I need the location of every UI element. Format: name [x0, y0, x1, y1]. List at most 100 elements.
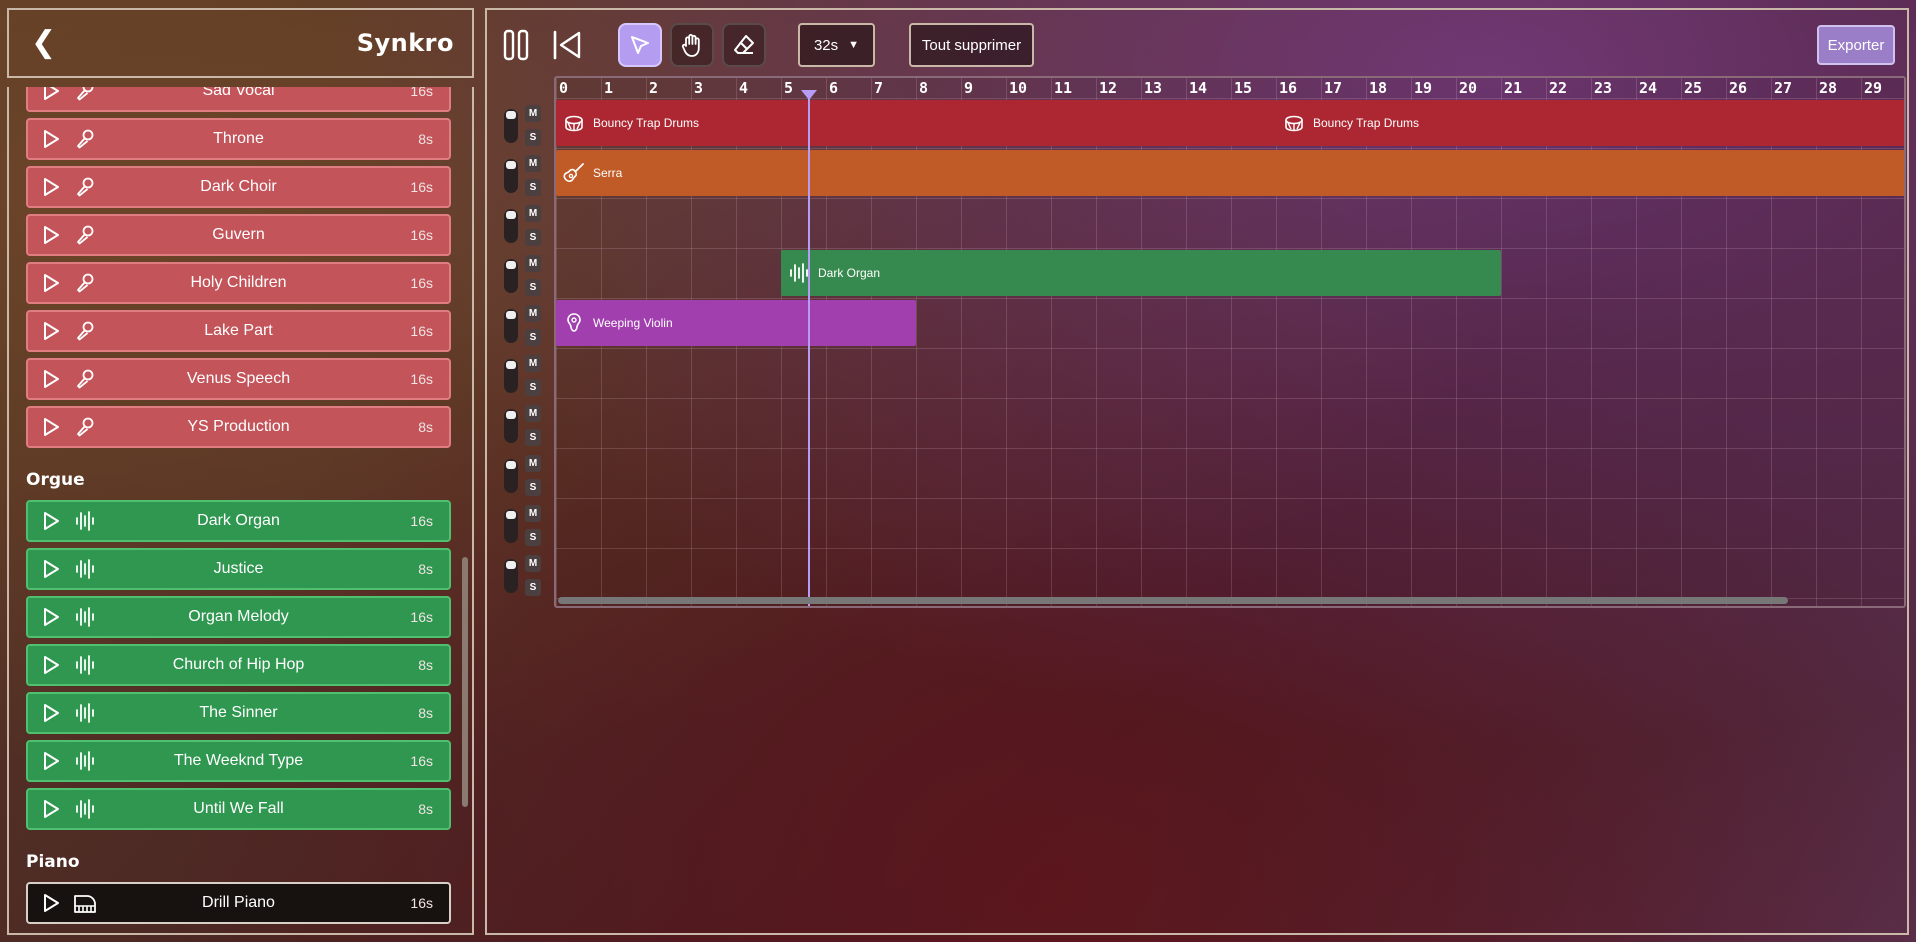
sound-item[interactable]: Venus Speech 16s	[26, 358, 451, 400]
mute-button[interactable]: M	[525, 555, 541, 572]
sound-item[interactable]: Dark Organ 16s	[26, 500, 451, 542]
export-button[interactable]: Exporter	[1817, 25, 1895, 65]
play-icon[interactable]	[40, 87, 62, 102]
sound-item[interactable]: Church of Hip Hop 8s	[26, 644, 451, 686]
solo-button[interactable]: S	[525, 179, 541, 196]
volume-knob[interactable]	[506, 261, 516, 269]
play-icon[interactable]	[40, 892, 62, 914]
play-icon[interactable]	[40, 320, 62, 342]
sound-item[interactable]: Guvern 16s	[26, 214, 451, 256]
track-control: MS	[498, 153, 544, 199]
sound-item[interactable]: Lake Part 16s	[26, 310, 451, 352]
play-icon[interactable]	[40, 368, 62, 390]
mute-button[interactable]: M	[525, 455, 541, 472]
mute-button[interactable]: M	[525, 205, 541, 222]
solo-button[interactable]: S	[525, 479, 541, 496]
play-icon[interactable]	[40, 272, 62, 294]
mute-button[interactable]: M	[525, 155, 541, 172]
clear-all-button[interactable]: Tout supprimer	[909, 23, 1034, 67]
zoom-select[interactable]: 32s ▼	[798, 23, 875, 67]
volume-slider[interactable]	[504, 409, 518, 443]
volume-knob[interactable]	[506, 111, 516, 119]
timeline[interactable]: 0 1 2 3 4 5 6 7 8 9 10 11 12 13 14 15 16 17 18 19 20 21 22 23 24…	[554, 76, 1906, 608]
sound-name: Church of Hip Hop	[172, 656, 305, 673]
mute-button[interactable]: M	[525, 305, 541, 322]
sound-item[interactable]: Until We Fall 8s	[26, 788, 451, 830]
volume-slider[interactable]	[504, 509, 518, 543]
sound-item[interactable]: Justice 8s	[26, 548, 451, 590]
volume-slider[interactable]	[504, 109, 518, 143]
play-icon[interactable]	[40, 654, 62, 676]
sound-item[interactable]: YS Production 8s	[26, 406, 451, 448]
select-tool-button[interactable]	[618, 23, 662, 67]
sound-item[interactable]: Throne 8s	[26, 118, 451, 160]
volume-slider[interactable]	[504, 259, 518, 293]
play-icon[interactable]	[40, 224, 62, 246]
sound-item[interactable]: Dark Choir 16s	[26, 166, 451, 208]
volume-knob[interactable]	[506, 561, 516, 569]
restart-button[interactable]	[551, 23, 583, 67]
solo-button[interactable]: S	[525, 529, 541, 546]
mute-button[interactable]: M	[525, 355, 541, 372]
drum-icon	[562, 111, 586, 135]
solo-button[interactable]: S	[525, 579, 541, 596]
timeline-scrollbar[interactable]	[558, 597, 1788, 604]
play-icon[interactable]	[40, 750, 62, 772]
play-icon[interactable]	[40, 702, 62, 724]
volume-knob[interactable]	[506, 411, 516, 419]
mute-button[interactable]: M	[525, 405, 541, 422]
play-icon[interactable]	[40, 558, 62, 580]
volume-knob[interactable]	[506, 511, 516, 519]
sound-item[interactable]: Organ Melody 16s	[26, 596, 451, 638]
volume-slider[interactable]	[504, 209, 518, 243]
pause-button[interactable]	[501, 23, 531, 67]
playhead[interactable]	[808, 90, 810, 606]
sound-item[interactable]: The Sinner 8s	[26, 692, 451, 734]
audio-clip[interactable]: Dark Organ	[781, 250, 1501, 296]
volume-slider[interactable]	[504, 459, 518, 493]
editor-panel: 32s ▼ Tout supprimer Exporter MSMSMSMSMSM…	[485, 8, 1909, 935]
solo-button[interactable]: S	[525, 279, 541, 296]
volume-slider[interactable]	[504, 559, 518, 593]
back-icon[interactable]: ❮	[31, 28, 56, 58]
volume-knob[interactable]	[506, 311, 516, 319]
solo-button[interactable]: S	[525, 129, 541, 146]
sound-item[interactable]: Drill Piano 16s	[26, 882, 451, 924]
eraser-tool-button[interactable]	[722, 23, 766, 67]
sound-item[interactable]: Sad Vocal 16s	[26, 87, 451, 112]
library-scrollbar[interactable]	[462, 557, 468, 807]
volume-slider[interactable]	[504, 309, 518, 343]
play-icon[interactable]	[40, 128, 62, 150]
time-ruler[interactable]: 0 1 2 3 4 5 6 7 8 9 10 11 12 13 14 15 16 17 18 19 20 21 22 23 24…	[556, 78, 1904, 98]
pointer-icon	[631, 36, 649, 54]
volume-knob[interactable]	[506, 361, 516, 369]
pause-icon	[503, 29, 529, 61]
volume-knob[interactable]	[506, 161, 516, 169]
volume-knob[interactable]	[506, 461, 516, 469]
play-icon[interactable]	[40, 798, 62, 820]
volume-slider[interactable]	[504, 159, 518, 193]
solo-button[interactable]: S	[525, 229, 541, 246]
solo-button[interactable]: S	[525, 379, 541, 396]
audio-clip[interactable]: Bouncy Trap Drums	[1276, 100, 1904, 146]
sound-name: Organ Melody	[188, 608, 289, 625]
sound-name: Throne	[213, 130, 264, 147]
solo-button[interactable]: S	[525, 429, 541, 446]
volume-slider[interactable]	[504, 359, 518, 393]
play-icon[interactable]	[40, 416, 62, 438]
mute-button[interactable]: M	[525, 505, 541, 522]
mute-button[interactable]: M	[525, 105, 541, 122]
hand-tool-button[interactable]	[670, 23, 714, 67]
solo-button[interactable]: S	[525, 329, 541, 346]
audio-clip[interactable]: Weeping Violin	[556, 300, 916, 346]
time-tick: 20	[1459, 79, 1478, 97]
sound-item[interactable]: Holy Children 16s	[26, 262, 451, 304]
mute-button[interactable]: M	[525, 255, 541, 272]
play-icon[interactable]	[40, 606, 62, 628]
audio-clip[interactable]: Serra	[556, 150, 1904, 196]
audio-clip[interactable]: Bouncy Trap Drums	[556, 100, 1276, 146]
sound-item[interactable]: The Weeknd Type 16s	[26, 740, 451, 782]
volume-knob[interactable]	[506, 211, 516, 219]
play-icon[interactable]	[40, 176, 62, 198]
play-icon[interactable]	[40, 510, 62, 532]
